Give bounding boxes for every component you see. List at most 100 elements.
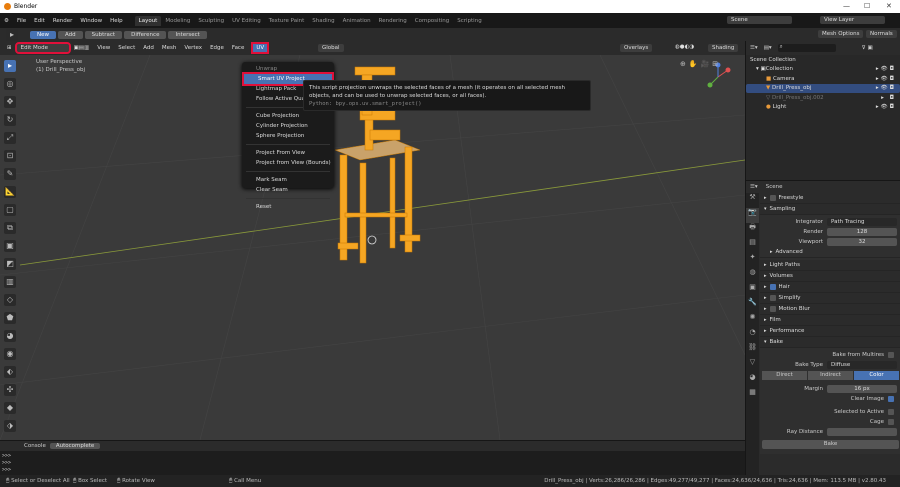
ray-distance-field[interactable] (827, 428, 897, 436)
output-tab-icon[interactable]: 🖶 (746, 223, 759, 238)
tab-layout[interactable]: Layout (134, 15, 162, 26)
view-nav-icons[interactable]: ⊕✋🎥⊞ (680, 60, 721, 68)
menu-item-mark-seam[interactable]: Mark Seam (242, 175, 334, 185)
tab-animation[interactable]: Animation (339, 16, 375, 26)
panel-bake[interactable]: ▾ Bake (760, 337, 900, 348)
rip-tool-icon[interactable]: ⬗ (4, 420, 16, 432)
bake-tab-indirect[interactable]: Indirect (808, 371, 853, 380)
panel-advanced[interactable]: ▸ Advanced (760, 247, 900, 258)
outliner-item-light[interactable]: ● Light ▸👁◘ (746, 103, 900, 113)
menu-add[interactable]: Add (140, 44, 157, 52)
menu-vertex[interactable]: Vertex (181, 44, 205, 52)
panel-performance[interactable]: ▸ Performance (760, 326, 900, 337)
tab-rendering[interactable]: Rendering (375, 16, 411, 26)
modifier-tab-icon[interactable]: 🔧 (746, 298, 759, 313)
panel-simplify[interactable]: ▸ Simplify (760, 293, 900, 304)
bake-type-dropdown[interactable]: Diffuse (827, 361, 897, 369)
menu-item-project-from-view[interactable]: Project From View (242, 148, 334, 158)
outliner-item-drill-press-obj-002[interactable]: ▽ Drill_Press_obj.002 ▸ ◘ (746, 93, 900, 103)
menu-item-unwrap[interactable]: Unwrap (242, 64, 334, 74)
panel-light-paths[interactable]: ▸ Light Paths (760, 260, 900, 271)
menu-view[interactable]: View (94, 44, 113, 52)
display-mode-icon[interactable]: ▤▾ (764, 45, 772, 51)
menu-window[interactable]: Window (76, 18, 106, 24)
view-layer-tab-icon[interactable]: ▤ (746, 238, 759, 253)
transform-orientation[interactable]: Global (318, 44, 344, 52)
scene-tab-icon[interactable]: ✦ (746, 253, 759, 268)
clear-image-checkbox[interactable] (888, 396, 894, 402)
console-tab[interactable]: Console (24, 443, 46, 449)
viewport-samples-field[interactable]: 32 (827, 238, 897, 246)
menu-edge[interactable]: Edge (207, 44, 227, 52)
tab-sculpting[interactable]: Sculpting (194, 16, 228, 26)
3d-viewport[interactable]: User Perspective (1) Drill_Press_obj ⊕✋🎥… (0, 55, 745, 440)
edge-slide-tool-icon[interactable]: ⬖ (4, 366, 16, 378)
move-tool-icon[interactable]: ✥ (4, 96, 16, 108)
bake-button[interactable]: Bake (762, 440, 899, 449)
select-mode-icons[interactable]: ▣▤▥ (71, 44, 93, 52)
annotate-tool-icon[interactable]: ✎ (4, 168, 16, 180)
bevel-tool-icon[interactable]: ◩ (4, 258, 16, 270)
material-tab-icon[interactable]: ◕ (746, 373, 759, 388)
menu-item-cube-projection[interactable]: Cube Projection (242, 111, 334, 121)
panel-hair[interactable]: ▸ Hair (760, 282, 900, 293)
outliner-scene-collection[interactable]: Scene Collection (746, 55, 900, 65)
menu-mesh[interactable]: Mesh (159, 44, 179, 52)
menu-item-cylinder-projection[interactable]: Cylinder Projection (242, 121, 334, 131)
menu-item-reset[interactable]: Reset (242, 202, 334, 212)
object-tab-icon[interactable]: ▣ (746, 283, 759, 298)
mode-new-button[interactable]: New (30, 30, 56, 39)
shading-dropdown[interactable]: Shading (708, 44, 739, 52)
overlays-dropdown[interactable]: Overlays (620, 44, 653, 52)
shear-tool-icon[interactable]: ◆ (4, 402, 16, 414)
menu-item-project-from-view-bounds[interactable]: Project from View (Bounds) (242, 158, 334, 168)
mesh-options-dropdown[interactable]: Mesh Options (818, 30, 864, 38)
tool-tab-icon[interactable]: ⚒ (746, 193, 759, 208)
menu-edit[interactable]: Edit (30, 18, 49, 24)
scene-selector[interactable]: Scene (727, 16, 792, 24)
selected-to-active-checkbox[interactable] (888, 409, 894, 415)
menu-file[interactable]: File (13, 18, 30, 24)
menu-uv[interactable]: UV (251, 42, 270, 54)
menu-select[interactable]: Select (115, 44, 138, 52)
menu-render[interactable]: Render (49, 18, 77, 24)
integrator-dropdown[interactable]: Path Tracing (827, 218, 897, 226)
particles-tab-icon[interactable]: ✺ (746, 313, 759, 328)
tab-uv-editing[interactable]: UV Editing (228, 16, 265, 26)
menu-help[interactable]: Help (106, 18, 127, 24)
mode-difference-button[interactable]: Difference (124, 30, 167, 39)
mode-subtract-button[interactable]: Subtract (84, 30, 123, 39)
add-cube-tool-icon[interactable]: ▢ (4, 204, 16, 216)
texture-tab-icon[interactable]: ▦ (746, 388, 759, 403)
view-layer-selector[interactable]: View Layer (820, 16, 885, 24)
tab-texture-paint[interactable]: Texture Paint (265, 16, 309, 26)
measure-tool-icon[interactable]: 📐 (4, 186, 16, 198)
properties-type-icon[interactable]: ☰▾ (750, 184, 758, 190)
inset-tool-icon[interactable]: ▣ (4, 240, 16, 252)
normals-dropdown[interactable]: Normals (866, 30, 897, 38)
physics-tab-icon[interactable]: ◔ (746, 328, 759, 343)
render-tab-icon[interactable]: 📷 (746, 208, 759, 223)
panel-sampling[interactable]: ▾ Sampling (760, 204, 900, 215)
panel-freestyle[interactable]: ▸ Freestyle (760, 193, 900, 204)
margin-field[interactable]: 16 px (827, 385, 897, 393)
spin-tool-icon[interactable]: ◕ (4, 330, 16, 342)
bake-from-multires-checkbox[interactable] (888, 352, 894, 358)
autocomplete-button[interactable]: Autocomplete (49, 443, 101, 449)
bake-tab-direct[interactable]: Direct (762, 371, 807, 380)
bake-tab-color[interactable]: Color (854, 371, 899, 380)
shading-mode-icons[interactable]: ◍●◐◑ (672, 43, 697, 51)
editor-type-icon[interactable]: ⊞ (4, 44, 15, 52)
menu-item-clear-seam[interactable]: Clear Seam (242, 185, 334, 195)
poly-build-tool-icon[interactable]: ⬟ (4, 312, 16, 324)
cage-checkbox[interactable] (888, 419, 894, 425)
console-prompt[interactable]: >>> (2, 467, 743, 474)
outliner-type-icon[interactable]: ☰▾ (750, 45, 758, 51)
tab-shading[interactable]: Shading (308, 16, 338, 26)
maximize-button[interactable]: ☐ (864, 2, 870, 10)
tab-modeling[interactable]: Modeling (161, 16, 194, 26)
select-tool-icon[interactable]: ▸ (4, 60, 16, 72)
world-tab-icon[interactable]: ◍ (746, 268, 759, 283)
blender-menu-icon[interactable]: ⚙ (0, 18, 13, 24)
tab-scripting[interactable]: Scripting (453, 16, 485, 26)
